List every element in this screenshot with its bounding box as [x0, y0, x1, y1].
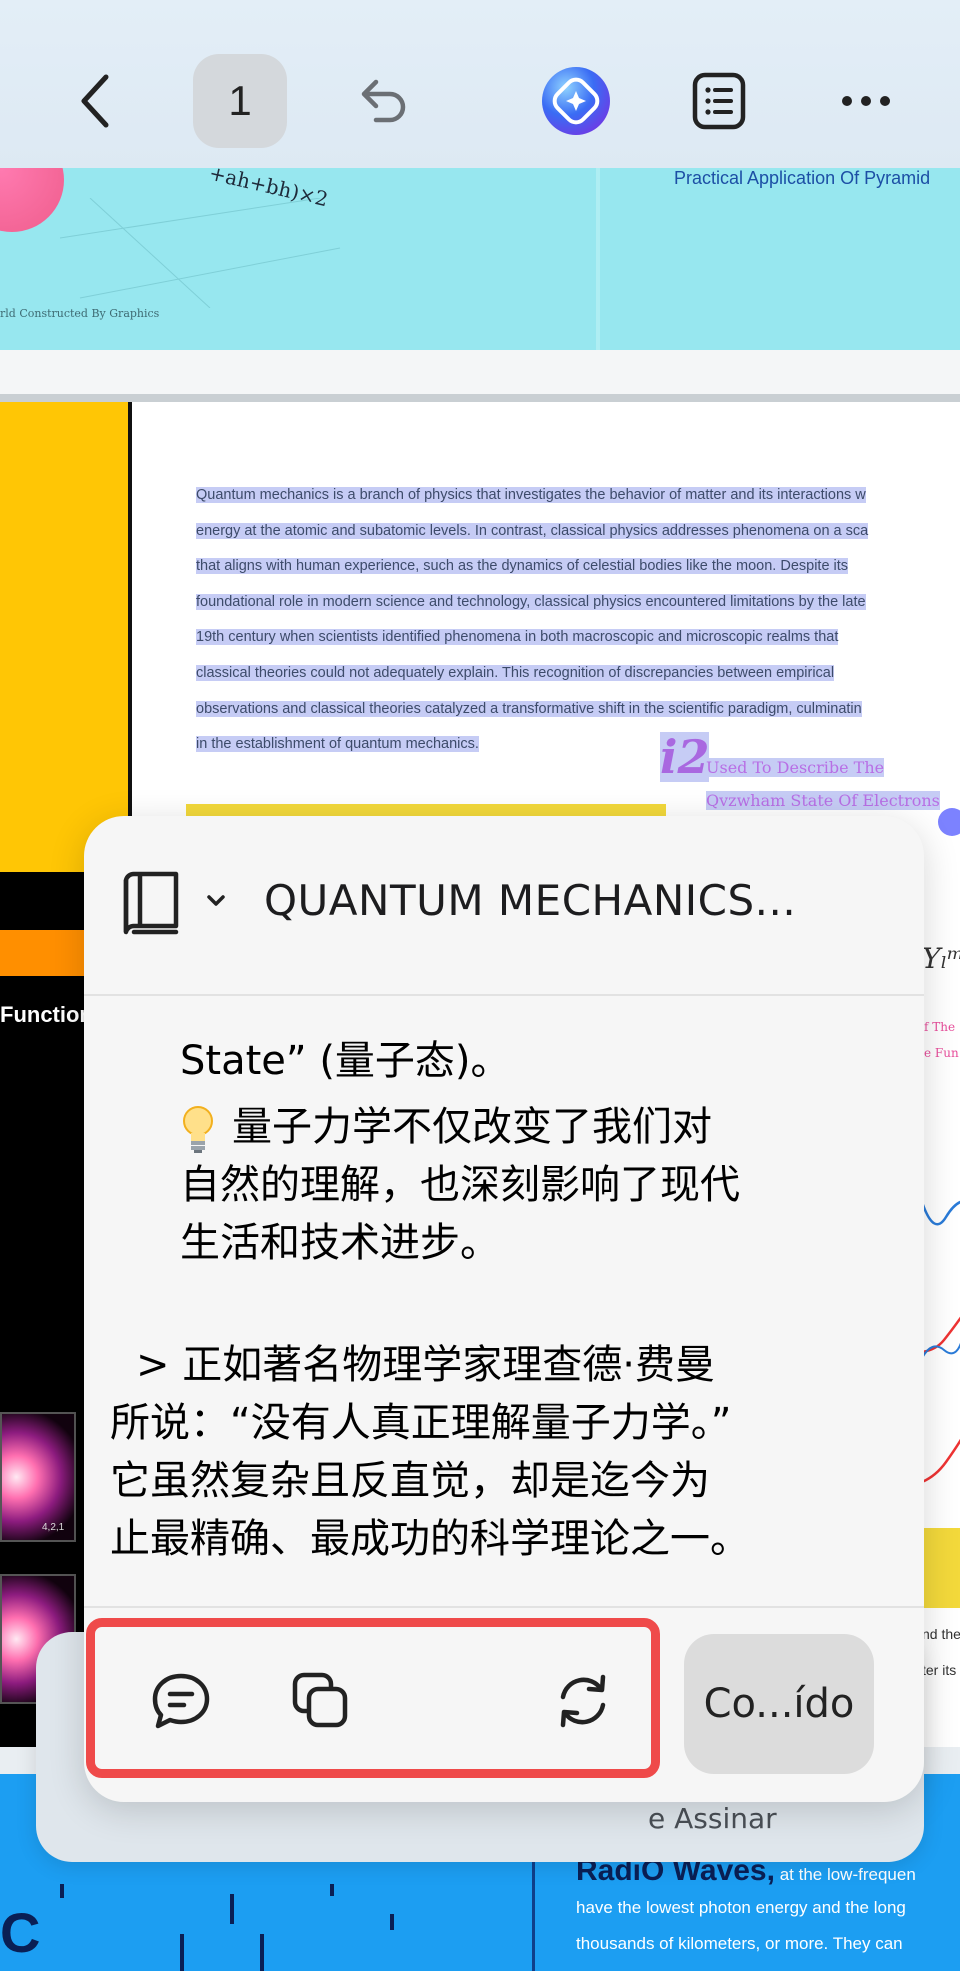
answer-line: State” (量子态)。 — [180, 1038, 511, 1084]
right-pink-text: f The — [924, 1020, 956, 1034]
chevron-down-icon[interactable] — [206, 894, 226, 908]
regenerate-button[interactable] — [543, 1661, 623, 1741]
wave-graph — [922, 1200, 960, 1226]
page-separator — [0, 394, 960, 402]
lightbulb-icon — [183, 1106, 213, 1153]
ai-answer-panel: QUANTUM MECHANICS... State” (量子态)。 量子力学不… — [84, 816, 924, 1802]
page-gap — [0, 350, 960, 394]
answer-line: 生活和技术进步。 — [180, 1220, 500, 1266]
pyramid-title: Practical Application Of Pyramid — [674, 168, 931, 188]
undo-button[interactable] — [350, 54, 414, 148]
undo-icon — [361, 79, 406, 123]
wave-graph — [922, 1438, 960, 1484]
top-caption: rld Constructed By Graphics — [0, 307, 160, 320]
copy-icon — [292, 1672, 348, 1728]
back-button[interactable] — [66, 54, 126, 148]
action-toolbar — [86, 1618, 660, 1778]
radio-waves-text: thousands of kilometers, or more. They c… — [576, 1934, 903, 1953]
answer-line: 它虽然复杂且反直觉，却是迄今为 — [110, 1458, 710, 1504]
paragraph-line: energy at the atomic and subatomic level… — [196, 522, 869, 539]
grid-lines — [60, 198, 341, 308]
panel-title: QUANTUM MECHANICS... — [264, 876, 797, 925]
ai-assistant-icon — [542, 67, 610, 135]
i2-description: Used To Describe The — [706, 758, 885, 777]
ai-assistant-button[interactable] — [536, 54, 616, 148]
book-icon[interactable] — [120, 870, 182, 936]
wave-graph — [922, 1316, 960, 1359]
graphic-blob — [0, 168, 64, 232]
paragraph-line: classical theories could not adequately … — [196, 664, 835, 681]
outline-icon — [692, 72, 746, 130]
radio-waves-text: have the lowest photon energy and the lo… — [576, 1898, 906, 1917]
highlighted-paragraph[interactable]: Quantum mechanics is a branch of physics… — [196, 478, 960, 763]
top-toolbar: 1 — [0, 0, 960, 168]
underlay-label: e Assinar — [648, 1802, 777, 1835]
paragraph-line: that aligns with human experience, such … — [196, 558, 849, 575]
selection-handle[interactable] — [938, 808, 960, 836]
answer-line: 自然的理解，也深刻影响了现代 — [180, 1162, 740, 1208]
answer-line: > 正如著名物理学家理查德·费曼 — [136, 1342, 715, 1388]
outline-button[interactable] — [686, 54, 752, 148]
right-text-fragment: nd the — [922, 1626, 960, 1642]
i2-description: Qvzwham State Of Electrons — [706, 791, 940, 810]
confirm-button[interactable]: Co...ído — [684, 1634, 874, 1774]
paragraph-line: 19th century when scientists identified … — [196, 629, 839, 646]
comment-icon — [152, 1673, 210, 1729]
answer-line: 所说：“没有人真正理解量子力学。” — [110, 1400, 732, 1446]
more-button[interactable] — [836, 54, 896, 148]
document-page-top: +ah+bh)×2 rld Constructed By Graphics Pr… — [0, 168, 960, 350]
refresh-icon — [560, 1674, 606, 1728]
orbital-label: 4,2,1 — [42, 1522, 65, 1533]
right-pink-text: e Fun — [924, 1046, 959, 1060]
more-icon — [842, 96, 890, 106]
footer-separator — [84, 1606, 924, 1608]
function-label: Function — [0, 1002, 93, 1027]
page-divider — [596, 168, 600, 350]
bar-marks — [60, 1884, 394, 1971]
spherical-harmonic-symbol: Yₗᵐ — [922, 942, 960, 975]
paragraph-line: observations and classical theories cata… — [196, 700, 862, 717]
orange-bar — [0, 930, 86, 976]
answer-line: 量子力学不仅改变了我们对 — [180, 1098, 712, 1156]
bottom-letter: C — [0, 1901, 41, 1964]
yellow-strip — [0, 402, 128, 872]
paragraph-line: Quantum mechanics is a branch of physics… — [196, 487, 866, 503]
comment-button[interactable] — [141, 1661, 221, 1741]
right-text-fragment: ter its — [922, 1662, 957, 1678]
back-icon — [81, 74, 109, 128]
panel-header: QUANTUM MECHANICS... — [84, 816, 924, 996]
i2-label: i2 — [660, 730, 710, 784]
paragraph-line: foundational role in modern science and … — [196, 593, 866, 610]
copy-button[interactable] — [281, 1661, 361, 1741]
page-number-button[interactable]: 1 — [193, 54, 287, 148]
right-yellow-block — [922, 1528, 960, 1608]
orbital-image — [0, 1412, 76, 1542]
answer-line: 止最精确、最成功的科学理论之一。 — [110, 1516, 750, 1562]
